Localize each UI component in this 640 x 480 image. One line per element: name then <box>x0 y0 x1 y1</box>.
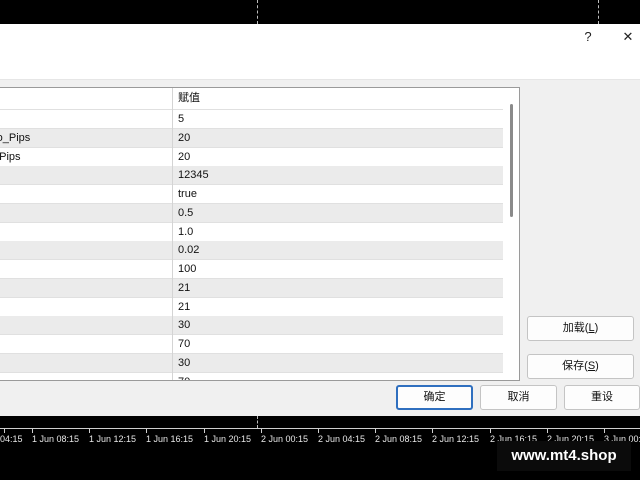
time-label: 1 Jun 20:15 <box>204 434 252 444</box>
time-label: 1 Jun 08:15 <box>32 434 80 444</box>
table-row[interactable]: 100 <box>0 260 503 279</box>
time-label: 2 Jun 08:15 <box>375 434 423 444</box>
chart-grid-line <box>598 0 599 24</box>
time-tick <box>375 429 376 433</box>
time-tick <box>204 429 205 433</box>
table-row[interactable]: 30 <box>0 353 503 373</box>
value-cell[interactable]: 100 <box>178 260 196 279</box>
save-button-paren: ) <box>595 360 599 372</box>
table-row[interactable]: true <box>0 185 503 204</box>
variable-cell <box>0 203 173 223</box>
chart-grid-line <box>257 416 258 428</box>
value-cell[interactable]: 20 <box>178 129 190 148</box>
time-tick <box>146 429 147 433</box>
variable-cell <box>0 222 173 242</box>
ok-button[interactable]: 确定 <box>396 385 473 410</box>
variable-cell <box>0 110 173 129</box>
load-button[interactable]: 加载(L) <box>527 316 634 341</box>
reset-button[interactable]: 重设 <box>564 385 640 410</box>
variable-cell: ro_Pips <box>0 128 173 148</box>
value-cell[interactable]: 70 <box>178 335 190 354</box>
time-tick <box>547 429 548 433</box>
value-cell[interactable]: true <box>178 185 197 204</box>
table-row[interactable]: 70 <box>0 372 503 381</box>
time-tick <box>432 429 433 433</box>
table-row[interactable]: 21 <box>0 297 503 317</box>
cancel-button[interactable]: 取消 <box>480 385 557 410</box>
table-row[interactable]: 0.5 <box>0 203 503 223</box>
variable-name: _Pips <box>0 150 21 163</box>
variable-cell <box>0 185 173 204</box>
scrollbar-thumb[interactable] <box>510 104 513 217</box>
chart-grid-line <box>257 0 258 24</box>
help-button[interactable]: ? <box>576 26 600 48</box>
variable-cell <box>0 297 173 317</box>
table-row[interactable]: 70 <box>0 335 503 354</box>
chart-area-top <box>0 0 640 24</box>
variable-cell <box>0 316 173 336</box>
value-cell[interactable]: 5 <box>178 110 184 129</box>
variable-cell <box>0 353 173 373</box>
load-button-paren: ) <box>594 322 599 334</box>
table-row[interactable]: 30 <box>0 316 503 336</box>
time-label: 2 Jun 04:15 <box>318 434 366 444</box>
dialog-titlebar: ? ✕ <box>0 24 640 80</box>
variable-cell <box>0 372 173 380</box>
table-header: 赋值 <box>0 88 503 110</box>
vertical-scrollbar[interactable] <box>505 88 519 380</box>
time-label: 2 Jun 12:15 <box>432 434 480 444</box>
table-row[interactable]: 21 <box>0 278 503 298</box>
value-cell[interactable]: 0.5 <box>178 204 193 223</box>
time-tick <box>318 429 319 433</box>
variable-cell <box>0 260 173 279</box>
variable-cell <box>0 241 173 261</box>
variable-cell <box>0 278 173 298</box>
save-button[interactable]: 保存(S) <box>527 354 634 379</box>
table-row[interactable]: 1.0 <box>0 222 503 242</box>
variable-cell <box>0 335 173 354</box>
variable-column-header <box>0 88 173 110</box>
value-cell[interactable]: 30 <box>178 354 190 373</box>
value-cell[interactable]: 70 <box>178 373 190 381</box>
value-cell[interactable]: 30 <box>178 316 190 335</box>
value-column-header: 赋值 <box>178 92 200 104</box>
time-tick <box>4 429 5 433</box>
time-tick <box>89 429 90 433</box>
value-cell[interactable]: 0.02 <box>178 241 199 260</box>
time-tick <box>604 429 605 433</box>
value-cell[interactable]: 20 <box>178 148 190 167</box>
variable-cell <box>0 166 173 186</box>
time-tick <box>32 429 33 433</box>
time-label: 1 Jun 12:15 <box>89 434 137 444</box>
value-cell[interactable]: 1.0 <box>178 223 193 242</box>
table-row[interactable]: _Pips 20 <box>0 147 503 167</box>
time-tick <box>261 429 262 433</box>
inputs-grid: 赋值 5ro_Pips20_Pips2012345true0.51.00.021… <box>0 88 503 381</box>
watermark: www.mt4.shop <box>497 441 631 471</box>
value-cell[interactable]: 12345 <box>178 166 209 185</box>
inputs-table: 赋值 5ro_Pips20_Pips2012345true0.51.00.021… <box>0 87 520 381</box>
variable-cell: _Pips <box>0 147 173 167</box>
load-button-label: 加载( <box>562 322 589 334</box>
table-row[interactable]: 12345 <box>0 166 503 186</box>
value-cell[interactable]: 21 <box>178 279 190 298</box>
time-tick <box>490 429 491 433</box>
close-button[interactable]: ✕ <box>616 26 640 48</box>
time-label: 04:15 <box>0 434 23 444</box>
screen: ? ✕ 赋值 5ro_Pips20_Pips2012345true0.51.00… <box>0 0 640 480</box>
table-row[interactable]: 5 <box>0 110 503 129</box>
variable-name: ro_Pips <box>0 131 31 144</box>
table-row[interactable]: 0.02 <box>0 241 503 261</box>
save-button-label: 保存( <box>562 360 588 372</box>
time-label: 2 Jun 00:15 <box>261 434 309 444</box>
inputs-dialog: ? ✕ 赋值 5ro_Pips20_Pips2012345true0.51.00… <box>0 24 640 416</box>
time-label: 1 Jun 16:15 <box>146 434 194 444</box>
chart-area-bottom <box>0 416 640 428</box>
table-row[interactable]: ro_Pips 20 <box>0 128 503 148</box>
value-cell[interactable]: 21 <box>178 298 190 317</box>
